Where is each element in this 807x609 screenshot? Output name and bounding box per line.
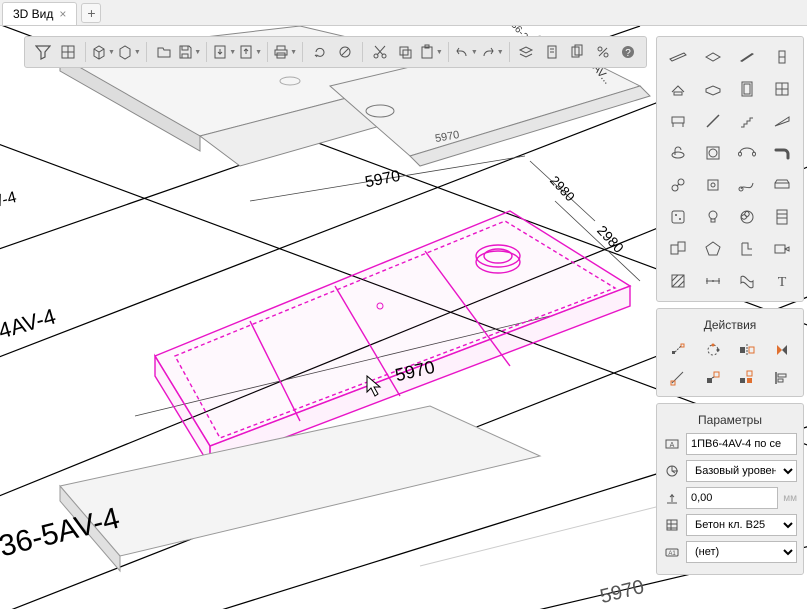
action-align-icon[interactable] [767, 366, 798, 390]
pages-icon[interactable] [566, 40, 589, 64]
tool-beam-icon[interactable] [732, 43, 763, 71]
tool-panel-icon[interactable] [767, 203, 798, 231]
tool-cable-icon[interactable] [732, 171, 763, 199]
param-name-input[interactable] [686, 433, 797, 455]
save-icon[interactable]: ▼ [177, 40, 201, 64]
actions-title: Действия [663, 315, 797, 338]
tab-add-button[interactable]: + [81, 3, 101, 23]
offset-icon [663, 489, 681, 507]
filter-icon[interactable] [31, 40, 54, 64]
redo-icon[interactable]: ▼ [480, 40, 504, 64]
tool-slab-icon[interactable] [698, 43, 729, 71]
tool-line-icon[interactable] [698, 107, 729, 135]
svg-text:A: A [670, 442, 675, 449]
block-icon[interactable] [333, 40, 356, 64]
tool-appliance-icon[interactable] [698, 139, 729, 167]
tool-column-icon[interactable] [767, 43, 798, 71]
tool-furniture-icon[interactable] [663, 107, 694, 135]
page-icon[interactable] [540, 40, 563, 64]
action-flip-icon[interactable] [767, 338, 798, 362]
tool-stair-icon[interactable] [732, 107, 763, 135]
tool-pipe-icon[interactable] [732, 139, 763, 167]
param-offset-input[interactable] [686, 487, 778, 509]
svg-text:?: ? [626, 48, 632, 59]
tool-door-icon[interactable] [732, 75, 763, 103]
action-mirror-icon[interactable] [732, 338, 763, 362]
box2-icon[interactable]: ▼ [117, 40, 141, 64]
cut-icon[interactable] [368, 40, 391, 64]
layers-icon[interactable] [515, 40, 538, 64]
tool-hatch-icon[interactable] [663, 267, 694, 295]
name-icon: A [663, 435, 681, 453]
svg-text:A1: A1 [668, 551, 676, 557]
copy-icon[interactable] [393, 40, 416, 64]
open-icon[interactable] [152, 40, 175, 64]
material-icon [663, 516, 681, 534]
tool-grid: T [663, 43, 797, 295]
tab-3d-view[interactable]: 3D Вид × [2, 2, 77, 25]
params-panel: Параметры A Базовый уровень мм Бетон кл.… [656, 403, 804, 575]
tool-wall-icon[interactable] [663, 43, 694, 71]
actions-panel: Действия [656, 308, 804, 397]
action-scale-icon[interactable] [698, 366, 729, 390]
mark-icon: A1 [663, 543, 681, 561]
tool-floor-icon[interactable] [698, 75, 729, 103]
export-icon[interactable]: ▼ [238, 40, 262, 64]
action-array-icon[interactable] [732, 366, 763, 390]
side-column: T Действия Параметры A Базовый уровень [656, 36, 804, 575]
refresh-icon[interactable] [308, 40, 331, 64]
grid-icon[interactable] [56, 40, 79, 64]
action-rotate-icon[interactable] [698, 338, 729, 362]
tool-light-icon[interactable] [698, 203, 729, 231]
undo-icon[interactable]: ▼ [454, 40, 478, 64]
unit-label: мм [783, 493, 797, 504]
box-icon[interactable]: ▼ [91, 40, 115, 64]
tool-dim-icon[interactable] [698, 267, 729, 295]
params-title: Параметры [663, 410, 797, 433]
tool-roof-icon[interactable] [663, 75, 694, 103]
param-mark-select[interactable]: (нет) [686, 541, 797, 563]
help-icon[interactable]: ? [617, 40, 640, 64]
tool-profile-icon[interactable] [732, 235, 763, 263]
level-icon [663, 462, 681, 480]
paste-icon[interactable]: ▼ [419, 40, 443, 64]
tool-text-icon[interactable]: T [767, 267, 798, 295]
tool-duct-icon[interactable] [767, 139, 798, 167]
tool-poly-icon[interactable] [698, 235, 729, 263]
tool-region-icon[interactable] [732, 267, 763, 295]
tool-ramp-icon[interactable] [767, 107, 798, 135]
tool-tray-icon[interactable] [767, 171, 798, 199]
tool-tag-icon[interactable] [767, 235, 798, 263]
action-trim-icon[interactable] [663, 366, 694, 390]
svg-text:T: T [777, 275, 786, 290]
import-icon[interactable]: ▼ [212, 40, 236, 64]
tab-bar: 3D Вид × + [0, 0, 807, 26]
tool-dice-icon[interactable] [663, 203, 694, 231]
tool-group-icon[interactable] [663, 235, 694, 263]
tab-label: 3D Вид [13, 7, 53, 21]
tools-panel: T [656, 36, 804, 302]
param-level-select[interactable]: Базовый уровень [686, 460, 797, 482]
tool-window-icon[interactable] [767, 75, 798, 103]
settings-icon[interactable] [591, 40, 614, 64]
print-icon[interactable]: ▼ [273, 40, 297, 64]
tool-plumbing-icon[interactable] [663, 139, 694, 167]
tool-fitting-icon[interactable] [663, 171, 694, 199]
main-toolbar: ▼ ▼ ▼ ▼ ▼ ▼ ▼ ▼ ▼ ? [24, 36, 647, 68]
action-move-icon[interactable] [663, 338, 694, 362]
tool-fan-icon[interactable] [732, 203, 763, 231]
tool-electrical-icon[interactable] [698, 171, 729, 199]
param-material-select[interactable]: Бетон кл. B25 [686, 514, 797, 536]
close-icon[interactable]: × [59, 7, 66, 21]
